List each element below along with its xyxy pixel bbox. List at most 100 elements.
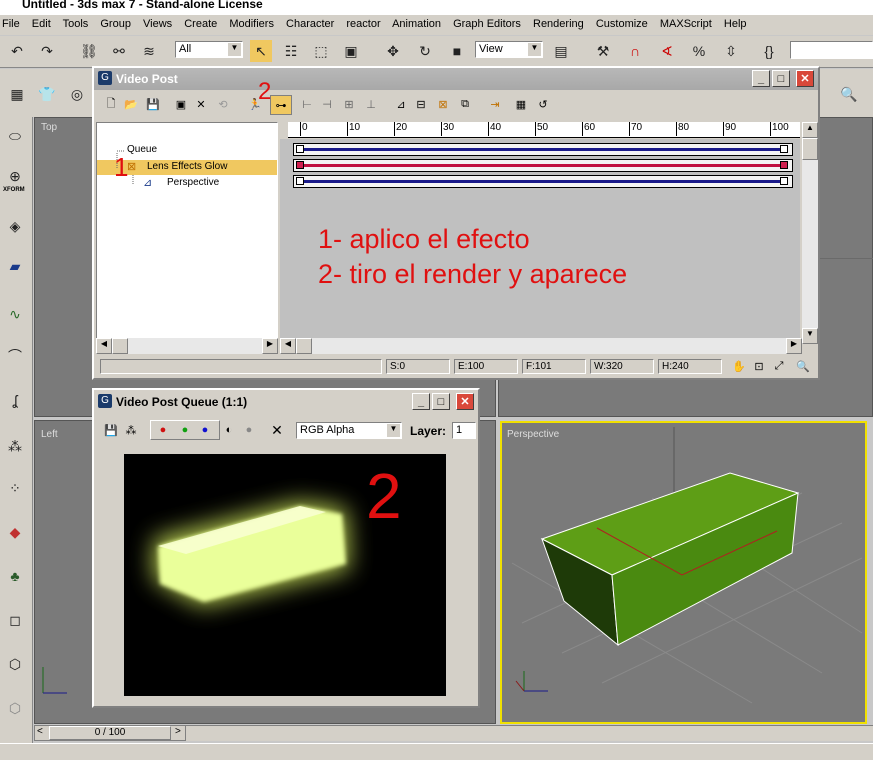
delete-event-icon[interactable]: ✕ (194, 97, 208, 111)
tree-horizontal-scrollbar[interactable]: ◀ ▶ (96, 338, 278, 354)
menu-reactor[interactable]: reactor (346, 18, 380, 30)
percent-snap-icon[interactable]: % (688, 40, 710, 62)
alpha-channel-icon[interactable]: ● (242, 423, 256, 437)
timeline-horizontal-scrollbar[interactable]: ◀ ▶ (280, 338, 802, 354)
lattice-icon[interactable]: ◆ (4, 521, 26, 543)
minimize-button[interactable]: _ (412, 393, 430, 410)
align-right-icon[interactable]: ⊣ (320, 97, 334, 111)
clone-image-icon[interactable]: ⁂ (124, 423, 138, 437)
new-sequence-icon[interactable]: 🗋 (104, 97, 118, 111)
zoom-extents-icon[interactable]: 🔍 (838, 83, 860, 105)
rotate-icon[interactable]: ↻ (414, 40, 436, 62)
grey-cube-icon[interactable]: ⬡ (4, 697, 26, 719)
menu-views[interactable]: Views (143, 18, 172, 30)
menu-character[interactable]: Character (286, 18, 334, 30)
tree-icon[interactable]: ♣ (4, 565, 26, 587)
menu-tools[interactable]: Tools (63, 18, 89, 30)
track-bar[interactable] (186, 725, 873, 741)
add-image-input-icon[interactable]: ⊟ (414, 97, 428, 111)
align-left-icon[interactable]: ⊢ (300, 97, 314, 111)
spinner-snap-icon[interactable]: ⇳ (720, 40, 742, 62)
box-primitive-icon[interactable]: ⬭ (4, 125, 26, 147)
window-crossing-icon[interactable]: ▣ (340, 40, 362, 62)
menu-group[interactable]: Group (100, 18, 131, 30)
scroll-thumb[interactable] (112, 338, 128, 354)
cube-icon[interactable]: ◻ (4, 609, 26, 631)
select-manipulate-icon[interactable]: ⚒ (592, 40, 614, 62)
time-slider[interactable]: < 0 / 100 > (34, 725, 186, 741)
save-sequence-icon[interactable]: 💾 (146, 97, 160, 111)
selection-filter-dropdown[interactable]: All ▼ (175, 41, 243, 58)
time-next-icon[interactable]: > (175, 726, 181, 737)
range-bar-queue[interactable] (293, 143, 793, 156)
xform-icon[interactable]: ⊕ (4, 165, 26, 187)
angle-snap-icon[interactable]: ∢ (656, 40, 678, 62)
move-icon[interactable]: ✥ (382, 40, 404, 62)
add-scene-event-icon[interactable]: ⊿ (394, 97, 408, 111)
menu-file[interactable]: File (2, 18, 20, 30)
pan-hand-icon[interactable]: ✋ (732, 359, 746, 373)
scroll-thumb[interactable] (802, 138, 818, 160)
bind-space-warp-icon[interactable]: ≋ (138, 40, 160, 62)
abut-clips-icon[interactable]: ⊥ (364, 97, 378, 111)
scroll-thumb[interactable] (296, 338, 312, 354)
viewport-perspective[interactable]: Perspective (500, 421, 867, 724)
shaded-cube-icon[interactable]: ⬡ (4, 653, 26, 675)
undo-icon[interactable]: ↶ (6, 40, 28, 62)
rectangle-selection-icon[interactable]: ⬚ (310, 40, 332, 62)
redo-icon[interactable]: ↷ (36, 40, 58, 62)
menu-graph-editors[interactable]: Graph Editors (453, 18, 521, 30)
green-channel-icon[interactable]: ● (178, 423, 192, 437)
close-button[interactable]: ✕ (796, 70, 814, 87)
vertical-scrollbar[interactable]: ▲ ▼ (802, 122, 818, 344)
menu-edit[interactable]: Edit (32, 18, 51, 30)
menu-create[interactable]: Create (184, 18, 217, 30)
red-channel-icon[interactable]: ● (156, 423, 170, 437)
select-link-icon[interactable]: ⛓ (78, 40, 100, 62)
pivot-center-icon[interactable]: ▤ (550, 40, 572, 62)
scroll-up-button[interactable]: ▲ (802, 122, 818, 138)
make-same-size-icon[interactable]: ⊞ (342, 97, 356, 111)
particles-icon[interactable]: ⁘ (4, 477, 26, 499)
scroll-left-button[interactable]: ◀ (96, 338, 112, 354)
menu-customize[interactable]: Customize (596, 18, 648, 30)
menu-animation[interactable]: Animation (392, 18, 441, 30)
add-image-output-icon[interactable]: ⇥ (488, 97, 502, 111)
time-prev-icon[interactable]: < (37, 726, 43, 737)
swap-events-icon[interactable]: ⟲ (216, 97, 230, 111)
channel-dropdown[interactable]: RGB Alpha ▼ (296, 422, 402, 439)
scroll-down-button[interactable]: ▼ (802, 328, 818, 344)
select-object-icon[interactable]: ↖ (250, 40, 272, 62)
menu-maxscript[interactable]: MAXScript (660, 18, 712, 30)
snap-toggle-icon[interactable]: ∩ (624, 40, 646, 62)
select-by-name-icon[interactable]: ☷ (280, 40, 302, 62)
open-sequence-icon[interactable]: 📂 (124, 97, 138, 111)
ring-icon[interactable]: ◎ (66, 83, 88, 105)
close-button[interactable]: ✕ (456, 393, 474, 410)
edit-event-icon[interactable]: ▣ (174, 97, 188, 111)
add-image-layer-icon[interactable]: ⧉ (458, 97, 472, 111)
add-external-event-icon[interactable]: ▦ (514, 97, 528, 111)
clear-icon[interactable]: ✕ (270, 422, 284, 438)
maximize-button[interactable]: □ (432, 393, 450, 410)
menu-modifiers[interactable]: Modifiers (229, 18, 274, 30)
shirt-icon[interactable]: 👕 (36, 83, 58, 105)
monochrome-icon[interactable]: ◐ (222, 423, 236, 437)
plane-icon[interactable]: ▰ (4, 255, 26, 277)
add-image-filter-icon[interactable]: ⊠ (436, 97, 450, 111)
zoom-extents-icon[interactable]: ⊡ (752, 359, 766, 373)
save-image-icon[interactable]: 💾 (104, 423, 118, 437)
hierarchy-icon[interactable]: ▦ (6, 83, 28, 105)
layer-field[interactable]: 1 (452, 422, 476, 439)
scroll-right-button[interactable]: ▶ (262, 338, 278, 354)
scale-icon[interactable]: ■ (446, 40, 468, 62)
queue-window-title-bar[interactable]: G Video Post Queue (1:1) _ □ ✕ (94, 390, 478, 414)
curve-icon[interactable]: ⌒ (4, 345, 26, 367)
named-selection-field[interactable] (790, 41, 873, 59)
zoom-region-icon[interactable]: 🔍 (796, 359, 810, 373)
unlink-icon[interactable]: ⚯ (108, 40, 130, 62)
spline-icon[interactable]: ∿ (4, 303, 26, 325)
range-bar-lens-effects-glow[interactable] (293, 159, 793, 172)
zoom-time-icon[interactable]: ⤢ (772, 359, 786, 373)
checker-box-icon[interactable]: ◈ (4, 215, 26, 237)
